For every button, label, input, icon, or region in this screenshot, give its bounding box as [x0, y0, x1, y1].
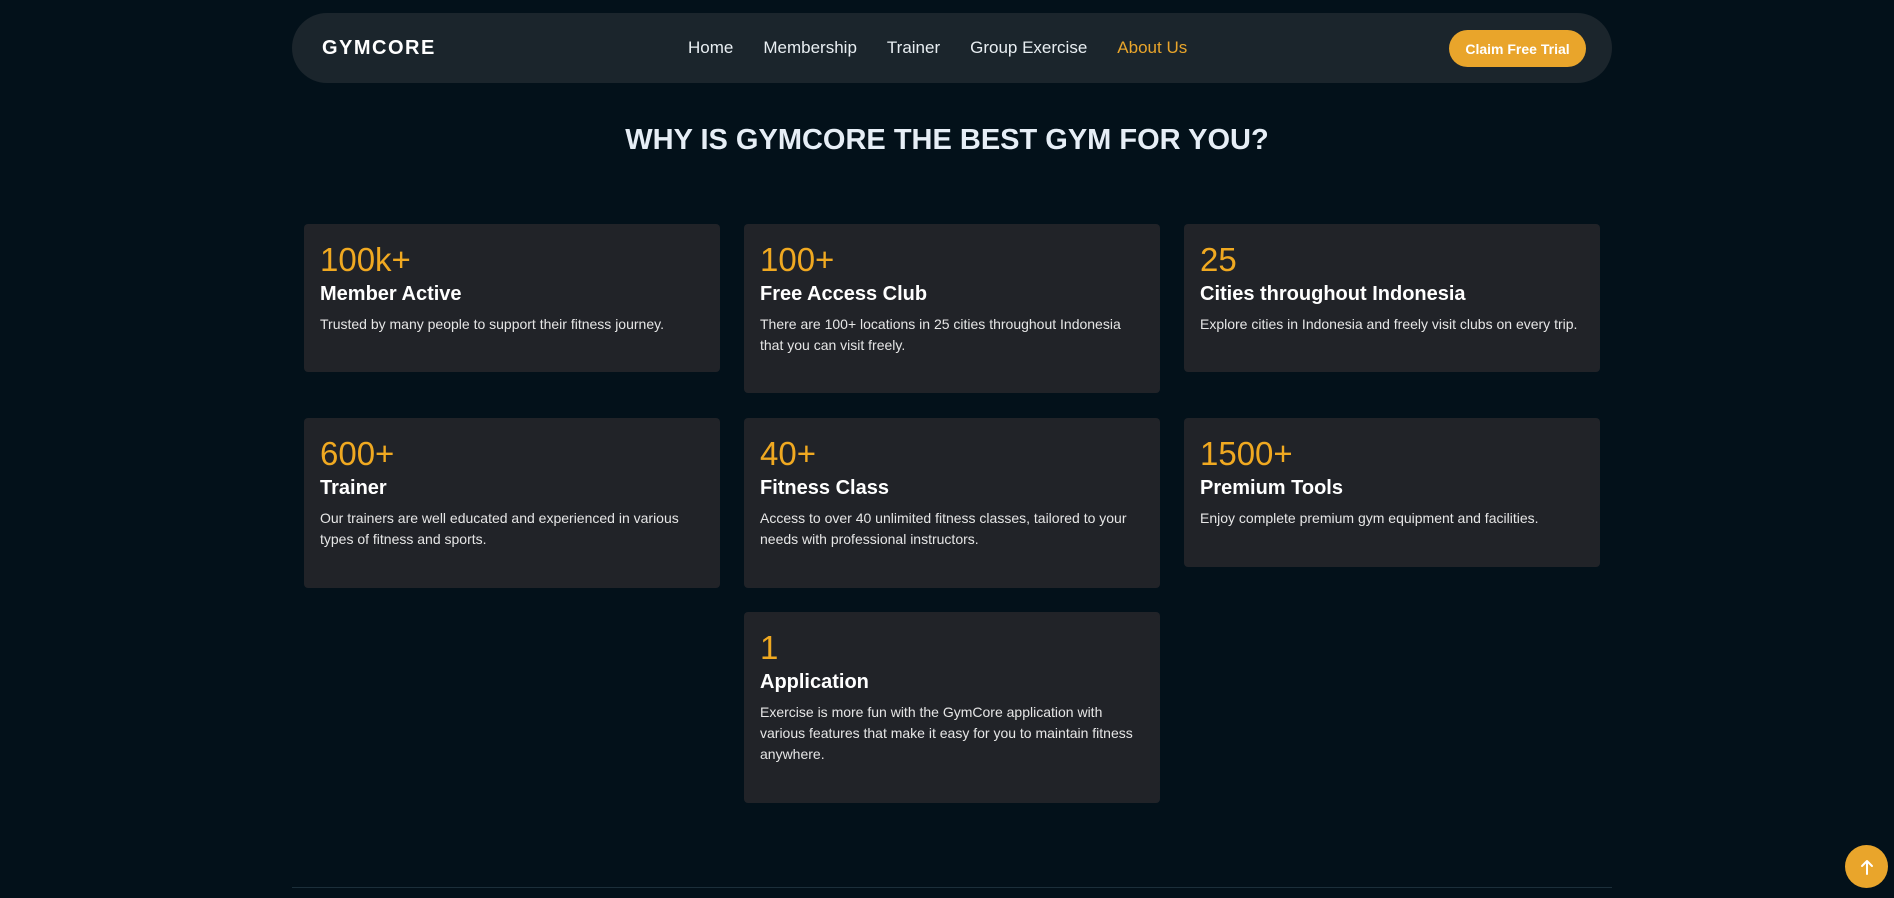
stat-description: Exercise is more fun with the GymCore ap…	[760, 704, 1133, 762]
stat-value: 100k+	[320, 241, 411, 278]
navbar: GYMCORE Home Membership Trainer Group Ex…	[292, 13, 1612, 83]
stat-title: Application	[760, 671, 869, 693]
nav-membership[interactable]: Membership	[763, 38, 857, 58]
scroll-to-top-button[interactable]	[1845, 845, 1888, 888]
logo[interactable]: GYMCORE	[322, 37, 436, 60]
stat-value: 600+	[320, 435, 395, 472]
arrow-up-icon	[1860, 859, 1874, 875]
stat-description: There are 100+ locations in 25 cities th…	[760, 316, 1121, 353]
nav-about-us[interactable]: About Us	[1117, 38, 1187, 58]
stat-card-premium-tools: 1500+ Premium Tools Enjoy complete premi…	[1184, 418, 1600, 567]
page: GYMCORE Home Membership Trainer Group Ex…	[0, 0, 1894, 898]
stat-title: Fitness Class	[760, 477, 889, 499]
nav-group-exercise[interactable]: Group Exercise	[970, 38, 1087, 58]
stat-value: 1	[760, 629, 779, 666]
stat-card-application: 1 Application Exercise is more fun with …	[744, 612, 1160, 803]
stat-description: Explore cities in Indonesia and freely v…	[1200, 316, 1578, 332]
stat-card-free-access-club: 100+ Free Access Club There are 100+ loc…	[744, 224, 1160, 393]
section-title: WHY IS GYMCORE THE BEST GYM FOR YOU?	[625, 124, 1269, 156]
nav-home[interactable]: Home	[688, 38, 733, 58]
stat-value: 100+	[760, 241, 835, 278]
stat-title: Free Access Club	[760, 283, 928, 305]
stat-value: 40+	[760, 435, 816, 472]
stat-value: 1500+	[1200, 435, 1293, 472]
stat-card-cities: 25 Cities throughout Indonesia Explore c…	[1184, 224, 1600, 372]
stat-value: 25	[1200, 241, 1237, 278]
stat-title: Member Active	[320, 283, 462, 305]
stat-card-member-active: 100k+ Member Active Trusted by many peop…	[304, 224, 720, 372]
stat-card-fitness-class: 40+ Fitness Class Access to over 40 unli…	[744, 418, 1160, 588]
nav-trainer[interactable]: Trainer	[887, 38, 940, 58]
stat-description: Access to over 40 unlimited fitness clas…	[760, 510, 1127, 547]
nav-links: Home Membership Trainer Group Exercise A…	[688, 38, 1217, 58]
stat-description: Trusted by many people to support their …	[320, 316, 664, 332]
stat-title: Cities throughout Indonesia	[1200, 283, 1466, 305]
stat-title: Trainer	[320, 477, 387, 499]
stat-description: Enjoy complete premium gym equipment and…	[1200, 510, 1539, 526]
stat-description: Our trainers are well educated and exper…	[320, 510, 679, 547]
claim-free-trial-button[interactable]: Claim Free Trial	[1449, 30, 1586, 67]
stat-title: Premium Tools	[1200, 477, 1343, 499]
footer-divider	[292, 887, 1612, 888]
stat-card-trainer: 600+ Trainer Our trainers are well educa…	[304, 418, 720, 588]
